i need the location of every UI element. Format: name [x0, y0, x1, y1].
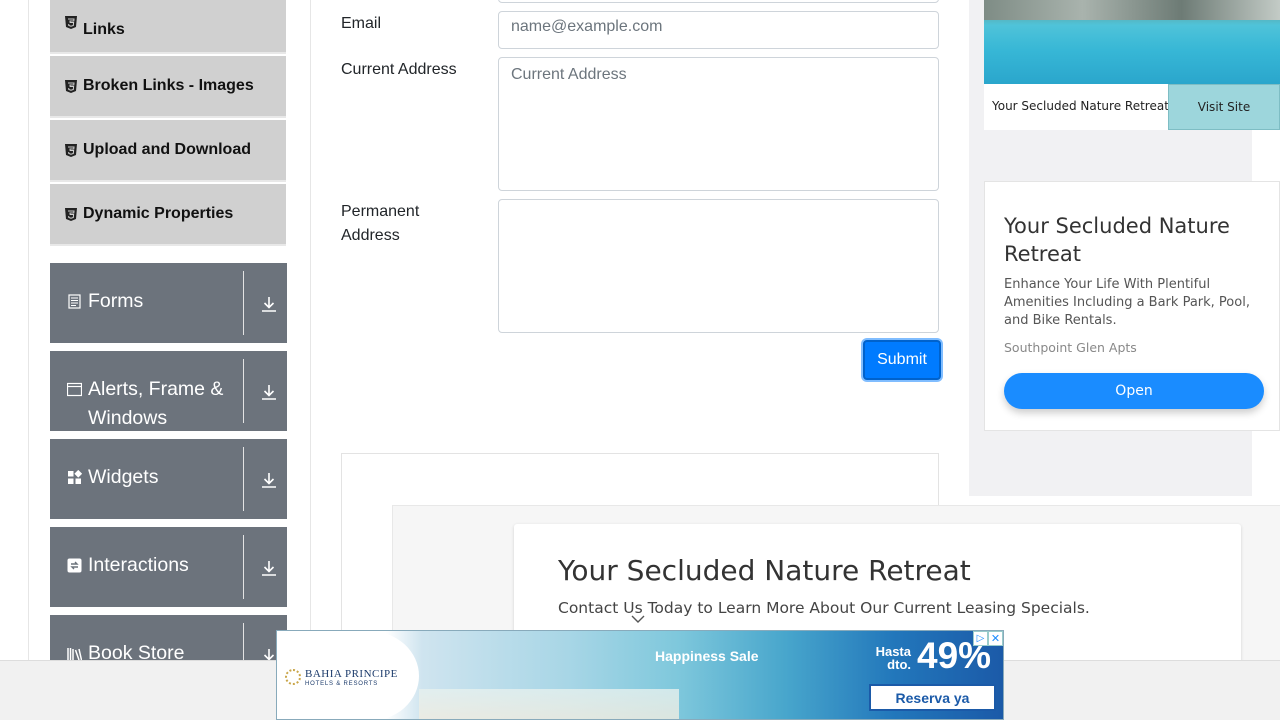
- current-address-field[interactable]: Current Address: [498, 57, 939, 191]
- download-icon[interactable]: [260, 383, 278, 401]
- email-label: Email: [341, 15, 382, 32]
- divider: [243, 535, 244, 599]
- html5-icon: [65, 143, 77, 157]
- adchoices-icon[interactable]: ▷: [973, 631, 988, 646]
- sidebar-item-label: Broken Links - Images: [83, 77, 254, 94]
- sidebar-item-links[interactable]: Links: [50, 0, 286, 54]
- sidebar-item-upload-download[interactable]: Upload and Download: [50, 120, 286, 182]
- divider: [243, 447, 244, 511]
- sidebar-right-border: [310, 0, 311, 660]
- sidebar-group-label: Widgets: [88, 466, 159, 488]
- html5-icon: [65, 15, 77, 29]
- sidebar-group-widgets[interactable]: Widgets: [50, 439, 287, 519]
- sidebar-item-label: Upload and Download: [83, 141, 251, 158]
- ad-source: Southpoint Glen Apts: [1004, 340, 1137, 355]
- download-icon[interactable]: [260, 559, 278, 577]
- html5-icon: [65, 207, 77, 221]
- sidebar-item-dynamic-properties[interactable]: Dynamic Properties: [50, 184, 286, 246]
- submit-button[interactable]: Submit: [863, 340, 941, 380]
- email-field[interactable]: name@example.com: [498, 11, 939, 49]
- sidebar-group-forms[interactable]: Forms: [50, 263, 287, 343]
- brand-logo: BAHIA PRINCIPE HOTELS & RESORTS: [277, 631, 419, 719]
- current-address-placeholder: Current Address: [511, 66, 627, 83]
- sidebar-group-alerts[interactable]: Alerts, Frame & Windows: [50, 351, 287, 431]
- download-icon[interactable]: [260, 295, 278, 313]
- sidebar-group-label: Interactions: [88, 554, 189, 576]
- beach-image: [419, 689, 679, 719]
- sidebar-group-interactions[interactable]: Interactions: [50, 527, 287, 607]
- brand-subtitle: HOTELS & RESORTS: [305, 681, 379, 687]
- visit-site-button[interactable]: Visit Site: [1168, 84, 1280, 130]
- discount-prefix: Hasta dto.: [875, 644, 911, 672]
- name-field[interactable]: [498, 0, 939, 3]
- content-ad-headline: Your Secluded Nature Retreat: [558, 554, 971, 587]
- sidebar-item-broken-links[interactable]: Broken Links - Images: [50, 56, 286, 118]
- ad-strip[interactable]: Your Secluded Nature Retreat Visit Site: [984, 84, 1280, 130]
- sale-title: Happiness Sale: [655, 648, 759, 664]
- email-placeholder: name@example.com: [511, 18, 663, 35]
- ad-headline: Your Secluded Nature Retreat: [1004, 214, 1230, 266]
- html5-icon: [65, 79, 77, 93]
- permanent-address-label: Permanent Address: [341, 203, 420, 244]
- reserve-button[interactable]: Reserva ya: [869, 684, 996, 711]
- open-button[interactable]: Open: [1004, 373, 1264, 409]
- sidebar-group-label: Alerts, Frame & Windows: [88, 378, 224, 429]
- widgets-icon: [68, 470, 82, 484]
- right-ad-card[interactable]: Your Secluded Nature Retreat Enhance You…: [984, 181, 1280, 431]
- form-icon: [68, 294, 81, 309]
- brand-name: BAHIA PRINCIPE: [305, 668, 398, 680]
- chevron-down-icon[interactable]: [630, 613, 646, 625]
- sidebar-item-label: Dynamic Properties: [83, 205, 234, 222]
- ad-description: Enhance Your Life With Plentiful Ameniti…: [1004, 277, 1250, 328]
- ad-strip-title: Your Secluded Nature Retreat: [992, 99, 1169, 113]
- sidebar-item-label: Links: [83, 21, 125, 38]
- download-icon[interactable]: [260, 471, 278, 489]
- books-icon: [67, 648, 82, 661]
- current-address-label: Current Address: [341, 61, 457, 78]
- sidebar-group-label: Forms: [88, 290, 144, 312]
- divider: [243, 271, 244, 335]
- sidebar-left-border: [28, 0, 29, 660]
- pool-image[interactable]: [984, 0, 1280, 84]
- permanent-address-field[interactable]: [498, 199, 939, 333]
- window-icon: [67, 382, 82, 397]
- interactions-icon: [67, 558, 82, 573]
- sun-icon: [285, 669, 301, 685]
- bottom-banner-ad[interactable]: BAHIA PRINCIPE HOTELS & RESORTS Happines…: [276, 630, 1004, 720]
- divider: [243, 359, 244, 423]
- ad-close-icon[interactable]: ✕: [988, 631, 1003, 646]
